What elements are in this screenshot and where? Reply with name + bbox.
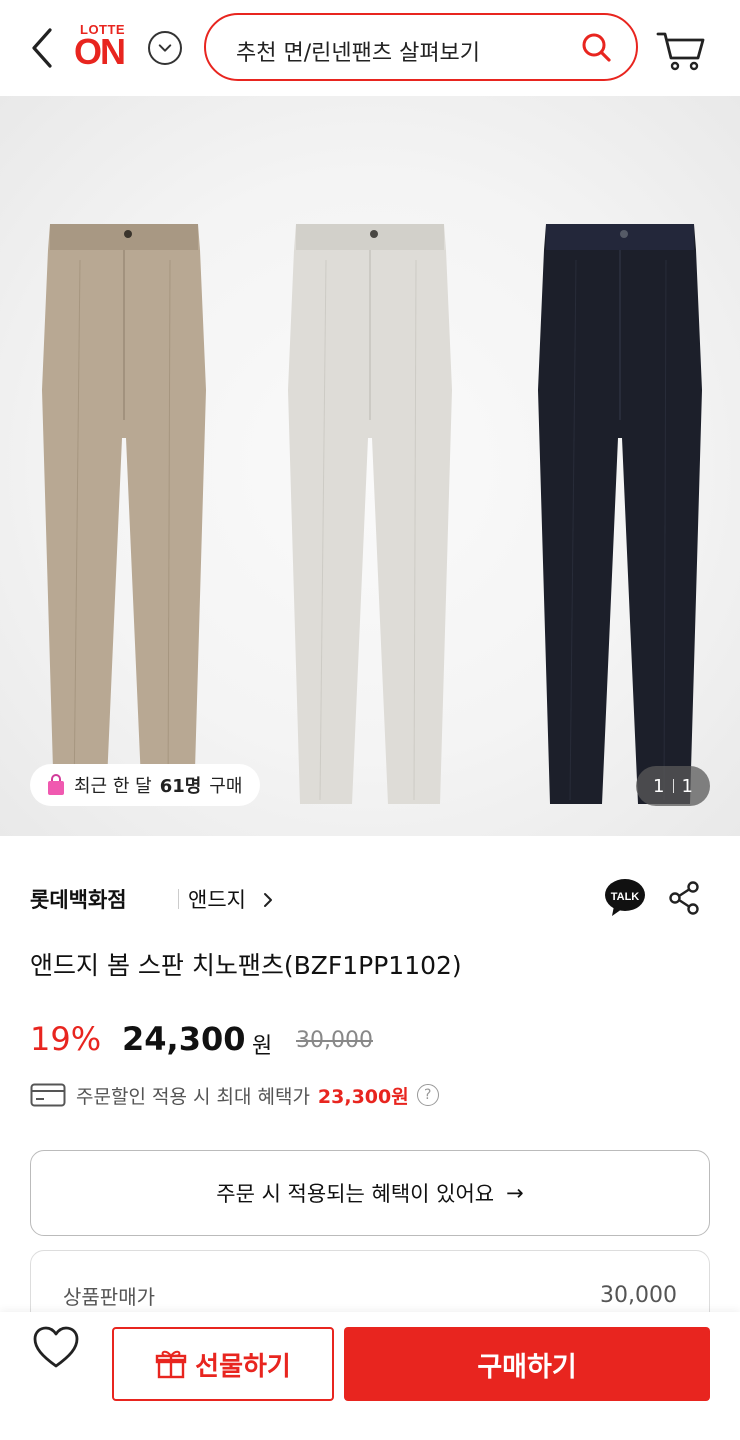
product-title: 앤드지 봄 스판 치노팬츠(BZF1PP1102) [30,951,462,980]
search-input[interactable]: 추천 면/린넨팬츠 살펴보기 [204,13,638,81]
chevron-right-icon [263,893,272,907]
pager-current: 1 [653,775,665,797]
currency-unit: 원 [252,1034,273,1059]
chevron-down-icon[interactable] [148,31,182,65]
bottom-action-bar: 선물하기 구매하기 [0,1312,740,1440]
list-price-label: 상품판매가 [63,1285,155,1309]
search-icon[interactable] [580,31,612,63]
gift-label: 선물하기 [195,1351,291,1382]
arrow-right-icon: → [506,1181,524,1205]
buy-button[interactable]: 구매하기 [344,1327,710,1401]
max-benefit-row: 주문할인 적용 시 최대 혜택가 23,300원 ? [30,1080,439,1110]
brand-row: 롯데백화점 앤드지 TALK [30,878,710,918]
gift-icon [155,1350,187,1379]
logo-main-text: ON [74,31,126,72]
sale-price: 24,300 [122,1020,246,1058]
brand-link[interactable]: 앤드지 [188,884,275,914]
gift-button[interactable]: 선물하기 [112,1327,334,1401]
badge-suffix: 구매 [209,776,243,797]
back-arrow-icon[interactable] [28,26,60,70]
discount-rate: 19% [30,1020,102,1058]
top-header: LOTTE ON 추천 면/린넨팬츠 살펴보기 [0,0,740,96]
order-benefits-button[interactable]: 주문 시 적용되는 혜택이 있어요 → [30,1150,710,1236]
brand-name: 앤드지 [188,888,246,912]
benefit-price: 23,300원 [317,1085,409,1108]
image-pager: 1 1 [636,766,710,806]
brand-divider [178,889,179,909]
pants-lightgray-image [288,224,452,804]
store-name[interactable]: 롯데백화점 [30,884,127,914]
recent-purchase-badge: 최근 한 달 61명 구매 [30,764,261,806]
badge-count: 61명 [159,776,202,797]
help-icon[interactable]: ? [416,1084,439,1106]
buy-label: 구매하기 [477,1351,577,1383]
pants-navy-image [538,224,702,804]
heart-icon[interactable] [32,1326,80,1370]
order-benefits-label: 주문 시 적용되는 혜택이 있어요 [216,1182,495,1206]
cart-icon[interactable] [656,28,706,72]
badge-prefix: 최근 한 달 [74,776,152,797]
pants-beige-image [42,224,206,804]
kakao-talk-icon[interactable]: TALK [604,878,646,918]
lotte-on-logo[interactable]: LOTTE ON [74,22,138,72]
share-icon[interactable] [666,880,702,916]
list-price-value: 30,000 [600,1283,677,1308]
product-image-carousel[interactable]: 최근 한 달 61명 구매 1 1 [0,96,740,836]
talk-label: TALK [611,891,640,903]
shopping-bag-icon [48,774,64,795]
search-placeholder: 추천 면/린넨팬츠 살펴보기 [236,41,481,66]
credit-card-icon [30,1083,66,1107]
pager-total: 1 [681,775,693,797]
original-price: 30,000 [296,1028,373,1053]
pager-separator [672,779,674,793]
benefit-text: 주문할인 적용 시 최대 혜택가 [76,1085,310,1108]
